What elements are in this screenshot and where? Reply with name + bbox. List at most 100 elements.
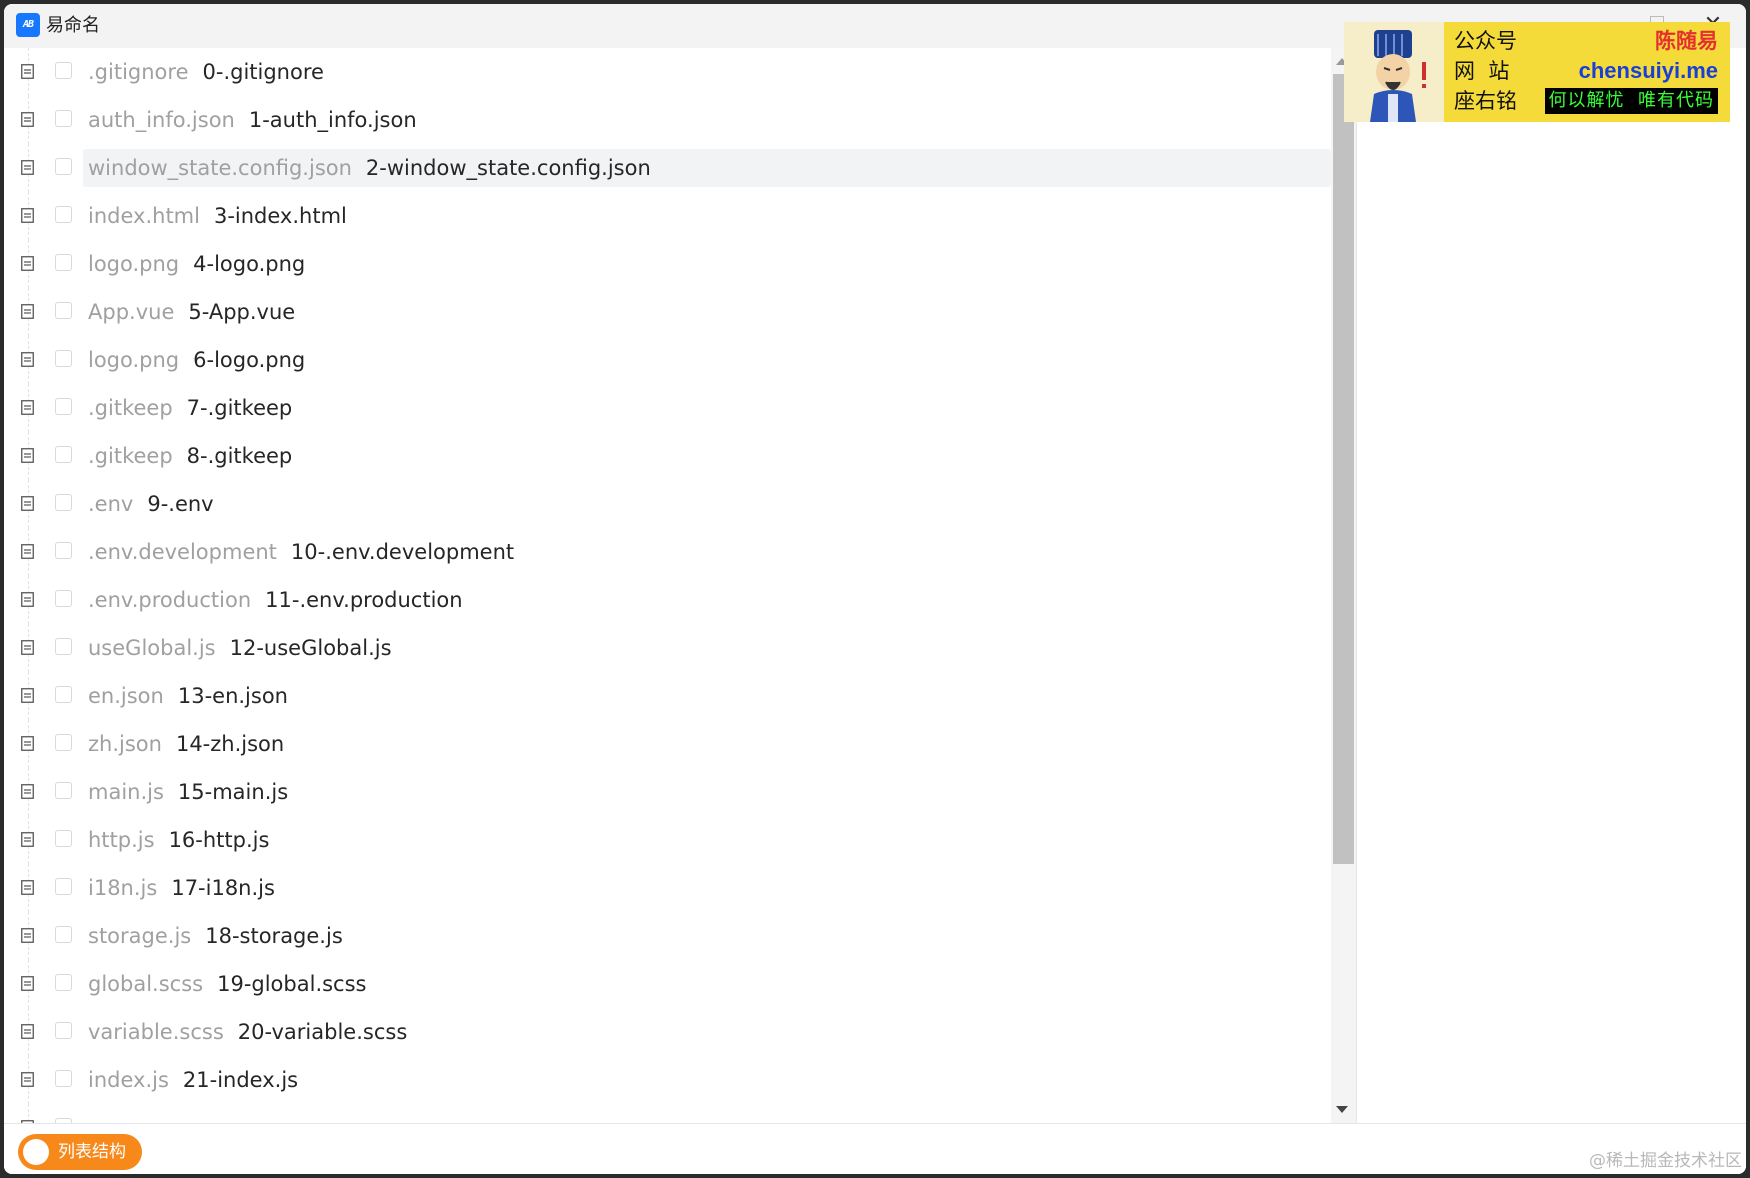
file-row[interactable]: .gitkeep 8-.gitkeep [4,432,1331,480]
row-label[interactable]: zh.json 14-zh.json [83,725,289,763]
file-row[interactable]: storage.js 18-storage.js [4,912,1331,960]
file-row[interactable]: App.vue 5-App.vue [4,288,1331,336]
window-title: 易命名 [46,15,100,36]
row-label[interactable]: .gitignore 0-.gitignore [83,53,329,91]
file-icon [21,976,34,991]
original-filename: App.vue [88,300,175,324]
file-row[interactable]: index.js 21-index.js [4,1056,1331,1104]
row-checkbox[interactable] [55,1070,72,1087]
renamed-filename: 11-.env.production [265,588,463,612]
row-checkbox[interactable] [55,350,72,367]
file-row[interactable]: logo.png 6-logo.png [4,336,1331,384]
file-row[interactable]: http.js 16-http.js [4,816,1331,864]
row-label[interactable]: logo.png 4-logo.png [83,245,310,283]
toggle-knob [23,1139,49,1165]
file-row[interactable]: en.json 13-en.json [4,672,1331,720]
row-checkbox[interactable] [55,158,72,175]
file-row[interactable]: i18n.js 17-i18n.js [4,864,1331,912]
scroll-down-arrow-icon[interactable] [1336,1106,1348,1113]
file-row[interactable]: main.js 15-main.js [4,768,1331,816]
banner-motto-text: 何以解忧 唯有代码 [1544,88,1718,114]
row-checkbox[interactable] [55,446,72,463]
original-filename: i18n.js [88,876,158,900]
row-checkbox[interactable] [55,206,72,223]
row-label[interactable]: http.js 16-http.js [83,821,274,859]
row-checkbox[interactable] [55,974,72,991]
row-checkbox[interactable] [55,926,72,943]
original-filename: window_state.config.json [88,156,352,180]
original-filename: main.js [88,780,164,804]
file-icon [21,208,34,223]
file-row[interactable]: .env.development 10-.env.development [4,528,1331,576]
row-checkbox[interactable] [55,302,72,319]
renamed-filename: 13-en.json [177,684,288,708]
file-row[interactable]: index.html 3-index.html [4,192,1331,240]
row-checkbox[interactable] [55,62,72,79]
row-label[interactable]: useGlobal.js 12-useGlobal.js [83,629,397,667]
renamed-filename: 9-.env [147,492,214,516]
original-filename: logo.png [88,348,180,372]
row-label[interactable]: logo.png 6-logo.png [83,341,310,379]
row-checkbox[interactable] [55,686,72,703]
row-checkbox[interactable] [55,254,72,271]
row-label[interactable]: .env.development 10-.env.development [83,533,519,571]
row-label[interactable]: .env 9-.env [83,485,219,523]
renamed-filename: 18-storage.js [205,924,343,948]
file-row[interactable]: variable.scss 20-variable.scss [4,1008,1331,1056]
original-filename: storage.js [88,924,192,948]
file-row[interactable]: window_state.config.json 2-window_state.c… [4,144,1331,192]
file-row[interactable]: zh.json 14-zh.json [4,720,1331,768]
preview-pane [1356,48,1746,1123]
row-checkbox[interactable] [55,734,72,751]
row-label[interactable]: index.js 21-index.js [83,1061,303,1099]
renamed-filename: 14-zh.json [175,732,285,756]
file-row[interactable]: .gitignore 0-.gitignore [4,48,1331,96]
file-row[interactable]: logo.png 4-logo.png [4,240,1331,288]
file-icon [21,400,34,415]
file-row[interactable]: .env 9-.env [4,480,1331,528]
row-checkbox[interactable] [55,494,72,511]
renamed-filename: 4-logo.png [193,252,306,276]
row-label[interactable]: index.html 3-index.html [83,197,352,235]
scrollbar-thumb[interactable] [1333,74,1354,864]
renamed-filename: 20-variable.scss [237,1020,408,1044]
row-label[interactable]: window_state.config.json 2-window_state.c… [83,149,1331,187]
banner-website-link[interactable]: chensuiyi.me [1579,56,1718,86]
row-checkbox[interactable] [55,1022,72,1039]
file-row[interactable]: global.scss 19-global.scss [4,960,1331,1008]
row-label[interactable]: main.js 15-main.js [83,773,293,811]
row-label[interactable]: storage.js 18-storage.js [83,917,348,955]
file-row[interactable]: useGlobal.js 12-useGlobal.js [4,624,1331,672]
vertical-scrollbar[interactable] [1331,48,1356,1123]
row-checkbox[interactable] [55,782,72,799]
row-label[interactable]: variable.scss 20-variable.scss [83,1013,412,1051]
renamed-filename: 8-.gitkeep [186,444,293,468]
row-checkbox[interactable] [55,542,72,559]
row-label[interactable]: en.json 13-en.json [83,677,293,715]
row-checkbox[interactable] [55,398,72,415]
row-label[interactable]: .env.production 11-.env.production [83,581,468,619]
row-label[interactable]: global.scss 19-global.scss [83,965,371,1003]
file-icon [21,832,34,847]
row-label[interactable]: App.vue 5-App.vue [83,293,300,331]
row-label[interactable]: .gitkeep 7-.gitkeep [83,389,297,427]
row-checkbox[interactable] [55,638,72,655]
renamed-filename: 15-main.js [177,780,289,804]
original-filename: global.scss [88,972,204,996]
renamed-filename: 2-window_state.config.json [365,156,651,180]
file-row[interactable]: .gitkeep 7-.gitkeep [4,384,1331,432]
row-checkbox[interactable] [55,830,72,847]
file-row[interactable]: .env.production 11-.env.production [4,576,1331,624]
file-row[interactable]: auth_info.json 1-auth_info.json [4,96,1331,144]
row-label[interactable]: .gitkeep 8-.gitkeep [83,437,297,475]
row-checkbox[interactable] [55,878,72,895]
row-checkbox[interactable] [55,590,72,607]
file-icon [21,880,34,895]
list-structure-toggle[interactable]: 列表结构 [18,1134,142,1170]
renamed-filename: 6-logo.png [193,348,306,372]
row-label[interactable]: i18n.js 17-i18n.js [83,869,280,907]
row-label[interactable]: auth_info.json 1-auth_info.json [83,101,422,139]
file-icon [21,640,34,655]
renamed-filename: 1-auth_info.json [248,108,417,132]
row-checkbox[interactable] [55,110,72,127]
